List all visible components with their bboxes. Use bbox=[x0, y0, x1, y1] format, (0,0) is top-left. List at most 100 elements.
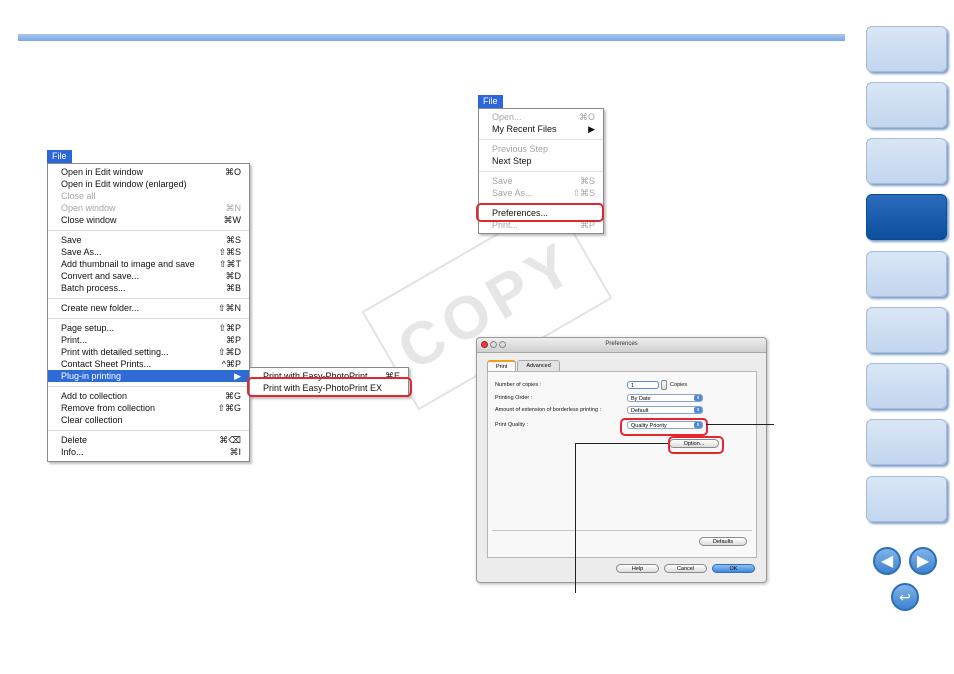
menu-item-label: Previous Step bbox=[492, 144, 549, 154]
previous-page-icon[interactable]: ◀ bbox=[873, 547, 901, 575]
menu-item-shortcut: ⌘N bbox=[225, 203, 242, 213]
menu-separator bbox=[48, 230, 249, 231]
menu-item[interactable]: Save ⌘S bbox=[48, 234, 249, 246]
copies-unit: Copies bbox=[670, 382, 688, 388]
menu-item[interactable]: Add thumbnail to image and save ⇧⌘T bbox=[48, 258, 249, 270]
menu-item: Open window ⌘N bbox=[48, 202, 249, 214]
file-menu-title[interactable]: File bbox=[47, 150, 72, 163]
menu-item-label: Close window bbox=[61, 215, 117, 225]
ok-button[interactable]: OK bbox=[712, 564, 755, 573]
nav-tab-8[interactable] bbox=[866, 419, 947, 465]
preferences-window: Preferences Print Advanced Number of cop… bbox=[476, 337, 767, 583]
menu-item-shortcut: ⇧⌘P bbox=[218, 323, 241, 333]
menu-item-label: Open in Edit window (enlarged) bbox=[61, 179, 187, 189]
highlight-print-quality bbox=[620, 418, 708, 436]
nav-tab-4[interactable] bbox=[866, 194, 947, 240]
menu-separator bbox=[479, 171, 603, 172]
menu-item-label: Print with detailed setting... bbox=[61, 347, 169, 357]
menu-item[interactable]: Clear collection bbox=[48, 414, 249, 426]
extension-select[interactable]: Default ⬍ bbox=[627, 406, 703, 414]
nav-tab-2[interactable] bbox=[866, 82, 947, 128]
menu-item-label: Batch process... bbox=[61, 283, 126, 293]
menu-item[interactable]: Plug-in printing ▶ bbox=[48, 370, 249, 382]
nav-tab-1[interactable] bbox=[866, 26, 947, 72]
menu-item[interactable]: Contact Sheet Prints... ^⌘P bbox=[48, 358, 249, 370]
help-button[interactable]: Help bbox=[616, 564, 659, 573]
menu-item[interactable]: Save As... ⇧⌘S bbox=[48, 246, 249, 258]
menu-item-shortcut: ^⌘P bbox=[221, 359, 241, 369]
menu-item[interactable]: My Recent Files ▶ bbox=[479, 123, 603, 135]
menu-item-shortcut: ⇧⌘T bbox=[218, 259, 241, 269]
callout-line-option-v bbox=[575, 443, 576, 593]
menu-item: Save As... ⇧⌘S bbox=[479, 187, 603, 199]
menu-item-label: Page setup... bbox=[61, 323, 115, 333]
extension-label: Amount of extension of borderless printi… bbox=[495, 407, 602, 413]
nav-tab-9[interactable] bbox=[866, 476, 947, 522]
menu-item[interactable]: Open in Edit window ⌘O bbox=[48, 166, 249, 178]
menu-item[interactable]: Open in Edit window (enlarged) bbox=[48, 178, 249, 190]
menu-item[interactable]: Create new folder... ⇧⌘N bbox=[48, 302, 249, 314]
menu-item-label: Open in Edit window bbox=[61, 167, 144, 177]
menu-item-shortcut: ⌘G bbox=[224, 391, 241, 401]
menu-item-shortcut: ⇧⌘S bbox=[218, 247, 241, 257]
cancel-button[interactable]: Cancel bbox=[664, 564, 707, 573]
file-menu-title-2[interactable]: File bbox=[478, 95, 503, 108]
highlight-preferences bbox=[476, 203, 604, 222]
menu-item-shortcut: ⌘I bbox=[229, 447, 241, 457]
menu-separator bbox=[48, 318, 249, 319]
menu-separator bbox=[48, 386, 249, 387]
menu-item-label: Close all bbox=[61, 191, 96, 201]
return-icon[interactable]: ↩ bbox=[891, 583, 919, 611]
menu-item[interactable]: Page setup... ⇧⌘P bbox=[48, 322, 249, 334]
menu-item-shortcut: ⌘S bbox=[225, 235, 241, 245]
menu-item[interactable]: Remove from collection ⇧⌘G bbox=[48, 402, 249, 414]
menu-separator bbox=[48, 430, 249, 431]
menu-item: Open... ⌘O bbox=[479, 111, 603, 123]
menu-item[interactable]: Delete ⌘⌫ bbox=[48, 434, 249, 446]
nav-tab-5[interactable] bbox=[866, 251, 947, 297]
next-page-icon[interactable]: ▶ bbox=[909, 547, 937, 575]
defaults-button[interactable]: Defaults bbox=[699, 537, 747, 546]
callout-line-quality bbox=[706, 424, 774, 425]
menu-item[interactable]: Batch process... ⌘B bbox=[48, 282, 249, 294]
menu-item: Previous Step bbox=[479, 143, 603, 155]
menu-item[interactable]: Next Step bbox=[479, 155, 603, 167]
menu-item[interactable]: Print with detailed setting... ⇧⌘D bbox=[48, 346, 249, 358]
nav-tab-7[interactable] bbox=[866, 363, 947, 409]
menu-item-label: Create new folder... bbox=[61, 303, 140, 313]
menu-item-label: Next Step bbox=[492, 156, 532, 166]
menu-item-shortcut: ⌘W bbox=[223, 215, 242, 225]
printing-order-select[interactable]: By Date ⬍ bbox=[627, 394, 703, 402]
menu-item[interactable]: Add to collection ⌘G bbox=[48, 390, 249, 402]
copies-input[interactable]: 1 bbox=[627, 381, 659, 389]
nav-tab-3[interactable] bbox=[866, 138, 947, 184]
menu-item-shortcut: ⌘B bbox=[225, 283, 241, 293]
window-titlebar: Preferences bbox=[477, 338, 766, 353]
menu-item-shortcut: ⇧⌘N bbox=[217, 303, 241, 313]
menu-item-shortcut: ⌘O bbox=[224, 167, 241, 177]
menu-item-label: Delete bbox=[61, 435, 88, 445]
nav-tab-6[interactable] bbox=[866, 307, 947, 353]
print-quality-label: Print Quality : bbox=[495, 422, 529, 428]
callout-line-option-h bbox=[575, 443, 668, 444]
panel-divider bbox=[492, 530, 752, 531]
menu-item-shortcut: ⌘S bbox=[579, 176, 595, 186]
highlight-easy-photoprint-ex bbox=[247, 377, 412, 397]
menu-item[interactable]: Close window ⌘W bbox=[48, 214, 249, 226]
menu-item: Close all bbox=[48, 190, 249, 202]
menu-item-label: My Recent Files bbox=[492, 124, 557, 134]
copies-label: Number of copies : bbox=[495, 382, 542, 388]
menu-item-shortcut: ⌘O bbox=[578, 112, 595, 122]
menu-item-label: Plug-in printing bbox=[61, 371, 122, 381]
menu-item[interactable]: Print... ⌘P bbox=[48, 334, 249, 346]
chevron-updown-icon: ⬍ bbox=[694, 407, 702, 413]
menu-item[interactable]: Convert and save... ⌘D bbox=[48, 270, 249, 282]
menu-item-label: Clear collection bbox=[61, 415, 123, 425]
menu-item-shortcut: ⌘⌫ bbox=[219, 435, 241, 445]
menu-item-shortcut: ⇧⌘D bbox=[217, 347, 241, 357]
menu-item-label: Open... bbox=[492, 112, 522, 122]
menu-separator bbox=[48, 298, 249, 299]
menu-item[interactable]: Info... ⌘I bbox=[48, 446, 249, 458]
copies-stepper[interactable] bbox=[661, 380, 667, 390]
printing-order-value: By Date bbox=[631, 396, 651, 402]
